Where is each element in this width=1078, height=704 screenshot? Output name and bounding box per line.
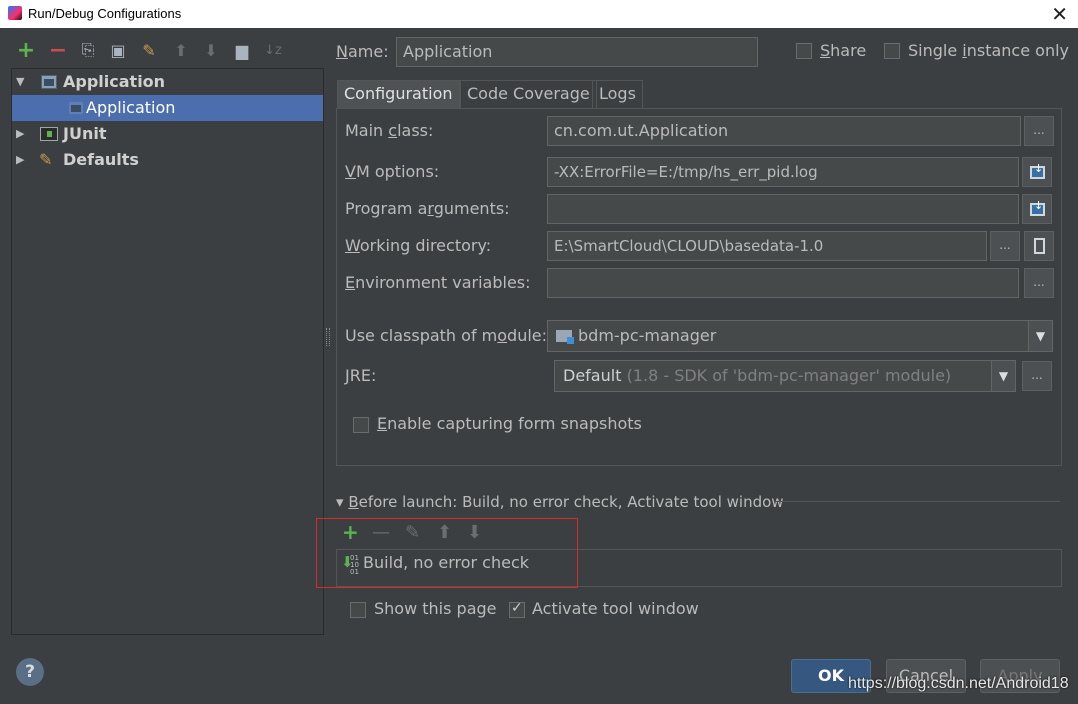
insert-macro-button[interactable] [1024,231,1054,261]
chevron-down-icon: ▼ [1028,321,1052,351]
expand-arrow-icon[interactable]: ▼ [16,75,24,88]
tree-item-application[interactable]: Application [12,95,323,121]
vm-options-field[interactable]: -XX:ErrorFile=E:/tmp/hs_err_pid.log [547,157,1019,187]
snapshots-label: Enable capturing form snapshots [377,414,642,433]
main-class-field[interactable]: cn.com.ut.Application [547,116,1021,146]
folder-icon[interactable]: ▆ [232,40,252,60]
vm-options-label: VM options: [345,162,440,181]
collapse-arrow-icon[interactable]: ▾ [336,493,344,511]
single-instance-checkbox[interactable] [884,43,900,59]
activate-tool-window-label: Activate tool window [532,599,699,618]
activate-tool-window-checkbox[interactable] [509,600,525,618]
intellij-app-icon [8,6,22,20]
show-page-label: Show this page [374,599,497,618]
wrench-icon: ✎ [39,150,53,169]
program-arguments-field[interactable] [547,194,1019,224]
watermark-text: https://blog.csdn.net/Android18 [848,675,1069,692]
chevron-down-icon: ▼ [991,361,1015,391]
tree-item-application-group[interactable]: ▼ Application [12,69,323,95]
junit-icon [40,127,58,141]
tree-item-junit[interactable]: ▶ JUnit [12,121,323,147]
working-directory-label: Working directory: [345,236,492,255]
jre-value: Default [563,366,622,385]
remove-config-button[interactable]: − [48,38,68,63]
tree-item-label: Application [63,72,166,91]
jre-label: JRE: [345,366,377,385]
browse-jre-button[interactable]: ... [1022,361,1052,391]
highlight-box [316,518,578,588]
single-instance-label: Single instance only [908,41,1069,60]
help-button[interactable]: ? [16,658,44,686]
environment-variables-field[interactable] [547,268,1019,298]
program-arguments-label: Program arguments: [345,199,510,218]
tab-logs[interactable]: Logs [592,80,643,108]
close-icon[interactable]: ✕ [1051,2,1068,26]
section-divider [775,501,1060,502]
tree-item-label: JUnit [63,124,107,143]
application-icon [68,101,84,115]
name-field[interactable]: Application [396,37,758,67]
share-label: Share [820,41,867,60]
tab-code-coverage[interactable]: Code Coverage [460,80,597,108]
tree-item-label: Defaults [63,150,139,169]
name-label: Name: [336,42,389,61]
classpath-module-value: bdm-pc-manager [578,326,717,345]
move-down-icon[interactable]: ⬇ [201,40,221,60]
jre-select[interactable]: Default (1.8 - SDK of 'bdm-pc-manager' m… [554,360,1016,392]
environment-variables-label: Environment variables: [345,273,531,292]
save-config-icon[interactable]: ▣ [108,40,128,60]
browse-main-class-button[interactable]: ... [1024,116,1054,146]
classpath-module-select[interactable]: bdm-pc-manager ▼ [547,320,1053,352]
title-bar: Run/Debug Configurations ✕ [0,0,1078,28]
window-title: Run/Debug Configurations [28,6,182,21]
move-up-icon[interactable]: ⬆ [171,40,191,60]
working-directory-field[interactable]: E:\SmartCloud\CLOUD\basedata-1.0 [547,231,987,261]
browse-working-directory-button[interactable]: ... [990,231,1020,261]
jre-hint: (1.8 - SDK of 'bdm-pc-manager' module) [626,366,952,385]
edit-environment-variables-button[interactable]: ... [1024,268,1054,298]
module-folder-icon [556,330,574,344]
collapse-arrow-icon[interactable]: ▶ [16,153,24,166]
copy-config-icon[interactable]: ⎘ [78,40,98,60]
share-checkbox[interactable] [796,43,812,59]
collapse-arrow-icon[interactable]: ▶ [16,127,24,140]
add-config-button[interactable]: + [16,38,36,63]
expand-field-icon [1030,199,1045,216]
edit-defaults-icon[interactable]: ✎ [139,40,159,60]
snapshots-checkbox[interactable] [353,417,369,433]
sort-icon[interactable]: ↓z [263,40,283,60]
tree-item-label: Application [86,98,176,117]
splitter-handle[interactable] [326,328,330,346]
application-icon [41,75,57,89]
tab-configuration[interactable]: Configuration [337,80,460,108]
expand-field-icon [1030,162,1045,179]
document-icon [1034,238,1045,254]
tree-item-defaults[interactable]: ▶ ✎ Defaults [12,147,323,173]
before-launch-header[interactable]: ▾ Before launch: Build, no error check, … [336,493,784,511]
main-class-label: Main class: [345,121,434,140]
classpath-module-label: Use classpath of module: [345,326,548,345]
show-page-checkbox[interactable] [350,602,366,618]
config-tree[interactable]: ▼ Application Application ▶ JUnit ▶ ✎ De… [11,68,324,635]
expand-program-arguments-button[interactable] [1022,194,1052,224]
expand-vm-options-button[interactable] [1022,157,1052,187]
